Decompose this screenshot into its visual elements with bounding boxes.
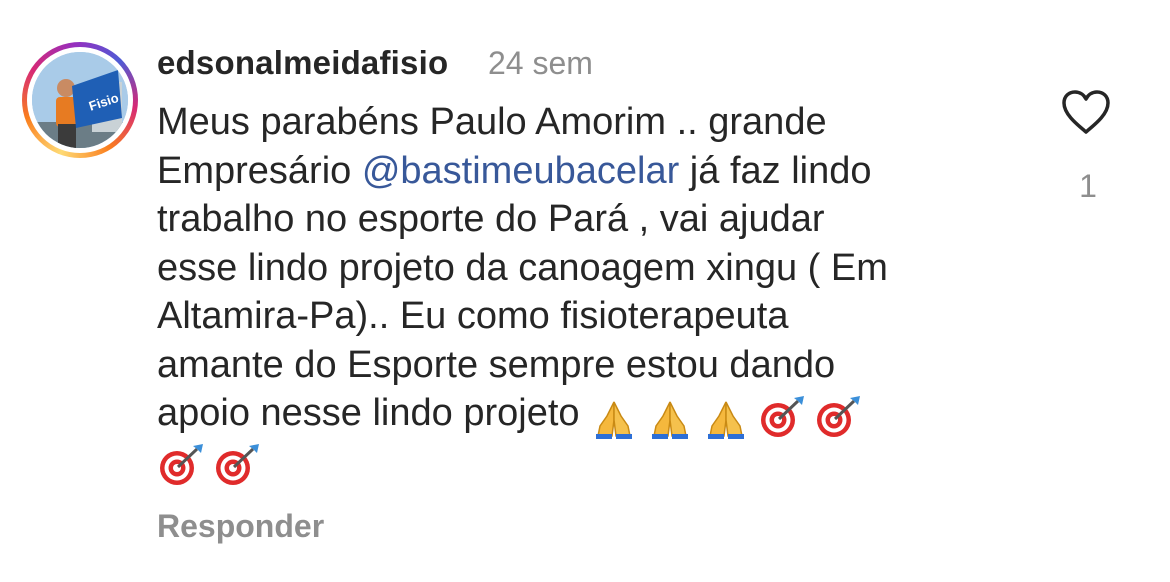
like-count: 1 [1079,168,1097,204]
avatar-photo: Fisio [32,52,128,148]
emoji-group [157,438,269,488]
comment-line: Empresário @bastimeubacelar já faz lindo [157,149,872,192]
story-ring[interactable]: Fisio [22,42,138,158]
comment-line: amante do Esporte sempre estou dando [157,343,836,386]
comment-line: esse lindo projeto da canoagem xingu ( E… [157,246,888,289]
emoji-group [590,390,870,440]
timestamp: 24 sem [488,45,593,81]
comment-line: trabalho no esporte do Pará , vai ajudar [157,198,825,240]
comment-text: Meus parabéns Paulo Amorim .. grande Emp… [157,98,1017,486]
comment-line: Altamira-Pa).. Eu como fisioterapeuta [157,295,789,337]
folded-hands-icon [590,392,646,440]
avatar[interactable]: Fisio [32,52,128,148]
comment-item: Fisio edsonalmeidafisio 24 sem Meus para… [0,0,1170,582]
reply-button[interactable]: Responder [157,508,324,545]
folded-hands-icon [646,392,702,440]
comment-line: Meus parabéns Paulo Amorim .. grande [157,101,827,143]
mention-link[interactable]: @bastimeubacelar [362,150,679,192]
username[interactable]: edsonalmeidafisio [157,44,448,82]
comment-line [157,438,1017,487]
direct-hit-icon [758,392,814,440]
comment-line: apoio nesse lindo projeto [157,389,1017,440]
direct-hit-icon [213,440,269,488]
direct-hit-icon [814,392,870,440]
heart-outline-icon[interactable] [1060,88,1112,136]
folded-hands-icon [702,392,758,440]
direct-hit-icon [157,440,213,488]
